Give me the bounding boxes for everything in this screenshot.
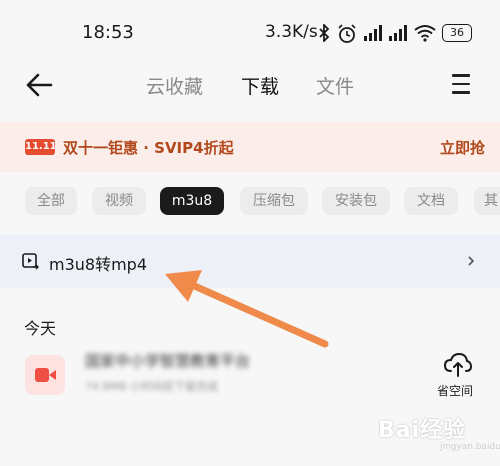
annotation-arrow <box>165 270 329 348</box>
filter-chip-archive[interactable]: 压缩包 <box>240 187 308 215</box>
filter-chip-video[interactable]: 视频 <box>92 187 146 215</box>
promo-banner[interactable]: 11.11 双十一钜惠 · SVIP4折起 立即抢 <box>0 122 500 172</box>
tab-files[interactable]: 文件 <box>316 72 354 99</box>
promo-action-link[interactable]: 立即抢 <box>440 137 485 158</box>
filter-chip-other[interactable]: 其 <box>474 187 500 215</box>
video-file-icon <box>25 355 65 395</box>
section-header-today: 今天 <box>24 319 57 338</box>
filter-chip-docs[interactable]: 文档 <box>404 187 458 215</box>
filter-chip-all[interactable]: 全部 <box>25 187 77 215</box>
cloud-upload-icon[interactable] <box>444 352 472 378</box>
filter-chip-m3u8[interactable]: m3u8 <box>160 187 224 215</box>
file-meta: 74.8MB 小时间前下载完成 <box>85 380 219 393</box>
baidu-watermark-url: jingyan.baidu.com <box>440 442 500 452</box>
menu-icon[interactable] <box>452 74 470 94</box>
file-name[interactable]: 国家中小学智慧教育平台 <box>85 350 250 371</box>
alarm-icon <box>338 24 356 43</box>
battery-icon: 36 <box>442 24 472 42</box>
promo-text: 双十一钜惠 · SVIP4折起 <box>63 139 234 157</box>
convert-label: m3u8转mp4 <box>49 255 148 274</box>
filter-chip-installer[interactable]: 安装包 <box>322 187 390 215</box>
tab-downloads[interactable]: 下载 <box>241 72 279 99</box>
save-space-button[interactable]: 省空间 <box>437 382 473 399</box>
promo-badge: 11.11 <box>25 139 57 155</box>
signal-icon <box>389 25 407 41</box>
status-time: 18:53 <box>82 22 134 43</box>
chevron-right-icon <box>468 256 475 266</box>
back-arrow-icon[interactable] <box>24 70 54 100</box>
wifi-icon <box>414 25 436 42</box>
convert-icon <box>22 253 39 270</box>
bluetooth-icon <box>319 24 330 42</box>
signal-icon <box>364 25 382 41</box>
tab-cloud-favorites[interactable]: 云收藏 <box>146 72 203 99</box>
baidu-watermark: Bai经验 <box>378 418 467 443</box>
network-speed: 3.3K/s <box>265 22 318 42</box>
